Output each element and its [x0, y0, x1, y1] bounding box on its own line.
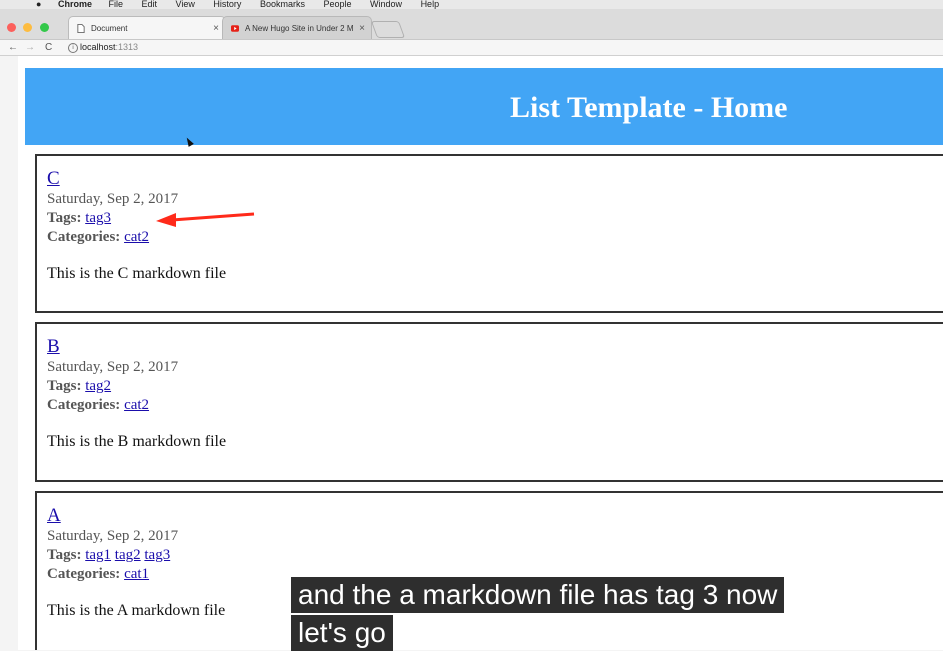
post-card: C Saturday, Sep 2, 2017 Tags: tag3 Categ…	[35, 154, 943, 313]
post-tags: Tags: tag1 tag2 tag3	[47, 547, 170, 564]
url-host: localhost	[80, 42, 116, 52]
tags-label: Tags:	[47, 210, 82, 226]
post-body: This is the C markdown file	[47, 265, 227, 282]
tag-link[interactable]: tag3	[144, 547, 170, 563]
post-title-link[interactable]: B	[47, 336, 60, 358]
post-date: Saturday, Sep 2, 2017	[47, 528, 179, 544]
minimize-window-icon[interactable]	[23, 23, 33, 32]
address-bar: ← → C i localhost:1313	[0, 40, 943, 56]
menu-view[interactable]: View	[176, 0, 195, 9]
post-categories: Categories: cat1	[47, 566, 149, 583]
tab-document[interactable]: Document ×	[68, 16, 226, 39]
menu-app-name[interactable]: Chrome	[58, 0, 92, 9]
annotation-arrow-icon	[156, 212, 255, 227]
menu-file[interactable]: File	[108, 0, 123, 9]
forward-icon[interactable]: →	[25, 40, 35, 55]
close-window-icon[interactable]	[7, 23, 16, 32]
tab-label: A New Hugo Site in Under 2 M	[245, 24, 354, 33]
tags-label: Tags:	[47, 378, 82, 394]
post-card: A Saturday, Sep 2, 2017 Tags: tag1 tag2 …	[35, 491, 943, 650]
categories-label: Categories:	[47, 566, 121, 582]
mac-menu-bar: ● Chrome File Edit View History Bookmark…	[0, 0, 943, 9]
tag-link[interactable]: tag1	[85, 547, 111, 563]
post-categories: Categories: cat2	[47, 397, 149, 414]
page-title: List Template - Home	[510, 91, 788, 124]
category-link[interactable]: cat2	[124, 229, 149, 245]
category-link[interactable]: cat2	[124, 397, 149, 413]
menu-window[interactable]: Window	[370, 0, 402, 9]
page-header: List Template - Home	[25, 68, 943, 145]
post-body: This is the B markdown file	[47, 433, 227, 450]
tag-link[interactable]: tag2	[115, 547, 141, 563]
post-date: Saturday, Sep 2, 2017	[47, 359, 179, 375]
menu-help[interactable]: Help	[421, 0, 440, 9]
post-categories: Categories: cat2	[47, 229, 149, 246]
menu-bookmarks[interactable]: Bookmarks	[260, 0, 305, 9]
caption-line-2: let's go	[291, 615, 393, 651]
back-icon[interactable]: ←	[8, 40, 18, 55]
info-icon[interactable]: i	[68, 43, 78, 53]
close-tab-icon[interactable]: ×	[213, 17, 219, 39]
categories-label: Categories:	[47, 397, 121, 413]
categories-label: Categories:	[47, 229, 121, 245]
menu-edit[interactable]: Edit	[142, 0, 158, 9]
url-port: :1313	[115, 42, 139, 52]
tab-strip: Document × A New Hugo Site in Under 2 M …	[0, 9, 943, 40]
page-viewport: List Template - Home C Saturday, Sep 2, …	[18, 56, 943, 650]
tab-label: Document	[91, 24, 128, 33]
post-tags: Tags: tag2	[47, 378, 111, 395]
url-field[interactable]: localhost:1313	[80, 40, 138, 55]
category-link[interactable]: cat1	[124, 566, 149, 582]
youtube-icon	[231, 25, 239, 32]
window-controls	[7, 19, 52, 37]
new-tab-button[interactable]	[370, 21, 406, 38]
menu-people[interactable]: People	[323, 0, 351, 9]
post-title-link[interactable]: C	[47, 168, 60, 190]
tab-youtube[interactable]: A New Hugo Site in Under 2 M ×	[222, 16, 372, 39]
tag-link[interactable]: tag3	[85, 210, 111, 226]
reload-icon[interactable]: C	[45, 40, 52, 55]
close-tab-icon[interactable]: ×	[359, 17, 365, 39]
caption-line-1: and the a markdown file has tag 3 now	[291, 577, 785, 613]
page-icon	[77, 24, 85, 33]
menu-history[interactable]: History	[213, 0, 241, 9]
apple-icon[interactable]: ●	[36, 0, 41, 9]
tags-label: Tags:	[47, 547, 82, 563]
tag-link[interactable]: tag2	[85, 378, 111, 394]
post-card: B Saturday, Sep 2, 2017 Tags: tag2 Categ…	[35, 322, 943, 482]
post-body: This is the A markdown file	[47, 602, 226, 619]
post-title-link[interactable]: A	[47, 505, 61, 527]
maximize-window-icon[interactable]	[39, 23, 49, 32]
post-tags: Tags: tag3	[47, 210, 111, 227]
